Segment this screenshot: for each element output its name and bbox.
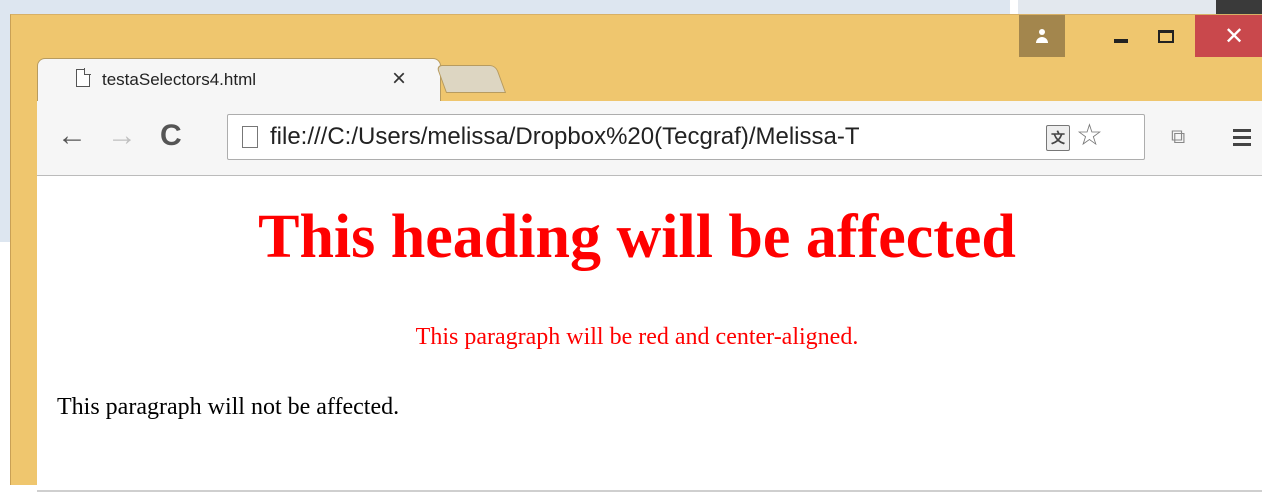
address-bar[interactable]: file:///C:/Users/melissa/Dropbox%20(Tecg…	[227, 114, 1145, 160]
document-icon	[242, 126, 258, 148]
menu-icon[interactable]	[1233, 129, 1251, 147]
url-text[interactable]: file:///C:/Users/melissa/Dropbox%20(Tecg…	[270, 123, 1040, 151]
close-window-button[interactable]: ✕	[1195, 15, 1262, 57]
page-content: This heading will be affected This parag…	[37, 176, 1262, 492]
minimize-button[interactable]	[1101, 15, 1141, 57]
maximize-button[interactable]	[1145, 15, 1187, 57]
browser-window: ✕ testaSelectors4.html × ← → C file:///C…	[10, 14, 1262, 492]
toolbar: ← → C file:///C:/Users/melissa/Dropbox%2…	[37, 101, 1262, 176]
page-heading: This heading will be affected	[258, 203, 1016, 271]
star-icon[interactable]: ☆	[1076, 121, 1103, 151]
close-icon: ✕	[1223, 22, 1245, 50]
profile-button[interactable]	[1019, 15, 1065, 57]
minimize-icon	[1114, 39, 1128, 43]
tab-title: testaSelectors4.html	[102, 70, 257, 89]
reload-button[interactable]: C	[160, 121, 182, 151]
tab-close-button[interactable]: ×	[392, 65, 406, 93]
translate-icon[interactable]: 文	[1046, 125, 1070, 151]
desktop-dark-item	[1216, 0, 1262, 14]
red-paragraph: This paragraph will be red and center-al…	[415, 324, 859, 350]
tab-active[interactable]: testaSelectors4.html ×	[37, 58, 441, 102]
plain-paragraph: This paragraph will not be affected.	[57, 394, 400, 420]
new-tab-button[interactable]	[435, 65, 507, 93]
document-icon	[76, 68, 91, 87]
back-button[interactable]: ←	[57, 121, 87, 151]
maximize-icon	[1158, 29, 1174, 43]
forward-button[interactable]: →	[107, 121, 137, 151]
extensions-icon[interactable]: ⧉	[1171, 127, 1191, 149]
user-icon	[1035, 29, 1049, 43]
